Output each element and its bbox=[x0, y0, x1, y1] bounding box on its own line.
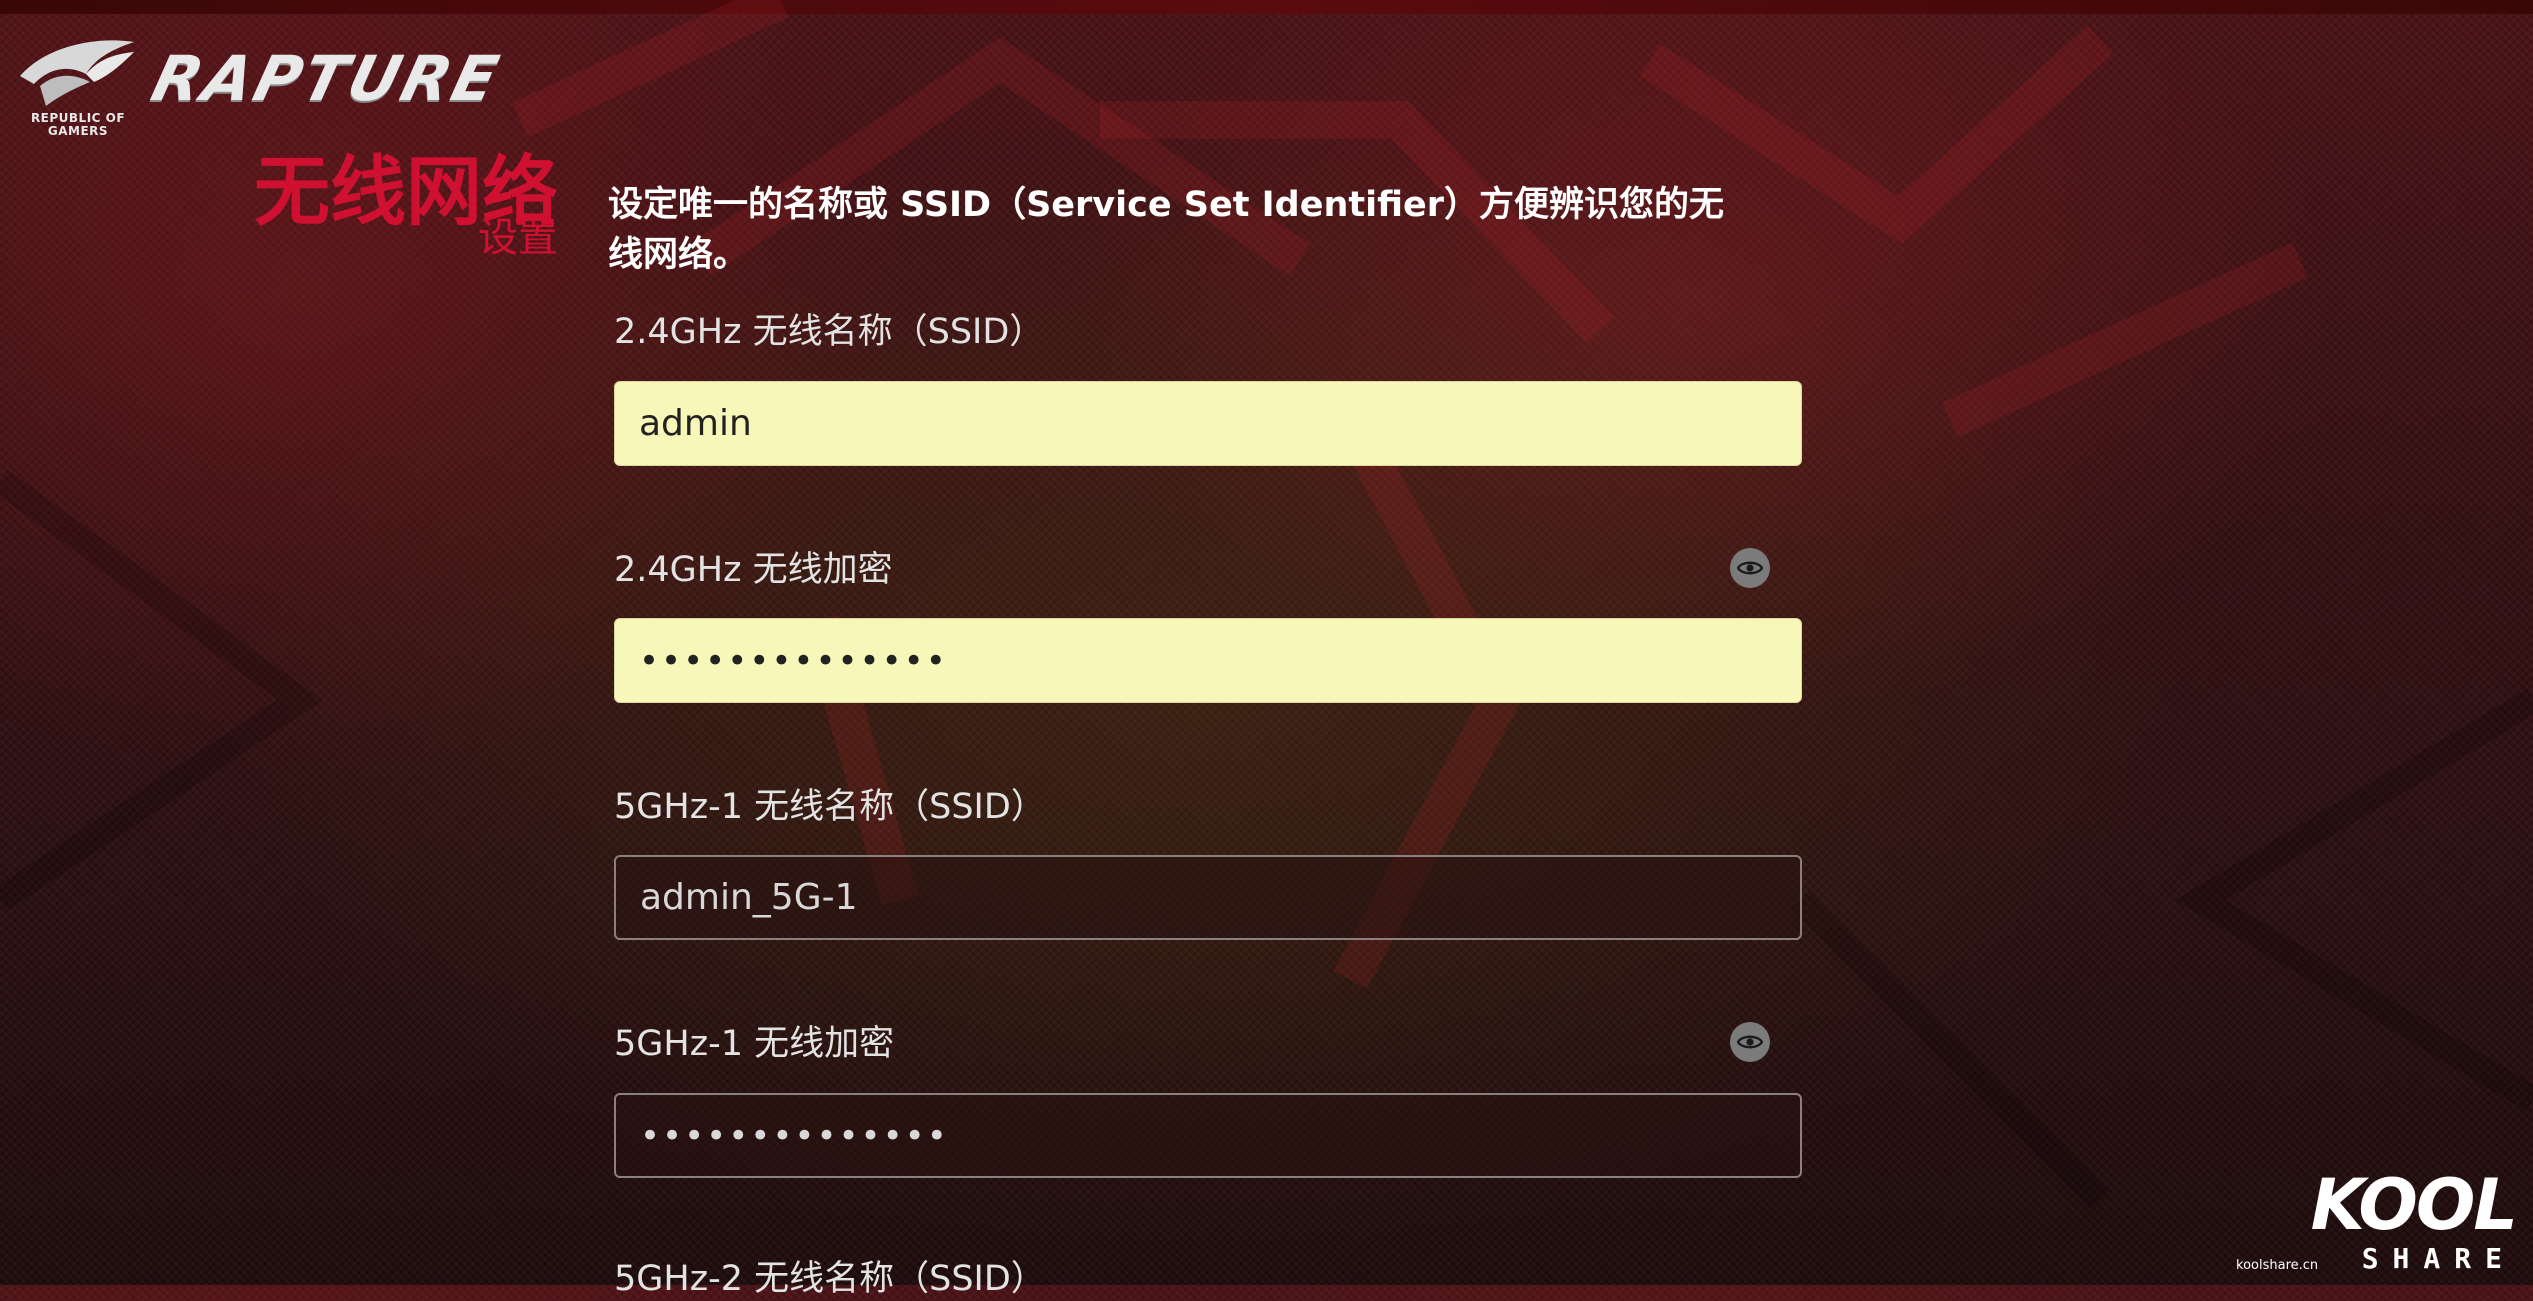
koolshare-watermark: KOOL SHARE koolshare.cn bbox=[2230, 1170, 2530, 1280]
rog-rapture-logo: RAPTURE REPUBLIC OF GAMERS bbox=[16, 36, 576, 146]
key-5g1-label: 5GHz-1 无线加密 bbox=[614, 1024, 895, 1064]
brand-name: RAPTURE bbox=[144, 42, 509, 115]
ssid-5g2-label: 5GHz-2 无线名称（SSID） bbox=[614, 1259, 1046, 1299]
key-5g1-visibility-toggle[interactable] bbox=[1730, 1022, 1770, 1062]
watermark-share: SHARE bbox=[2361, 1242, 2516, 1275]
ssid-5g1-input[interactable] bbox=[614, 855, 1802, 940]
key-24-visibility-toggle[interactable] bbox=[1730, 548, 1770, 588]
key-24-input[interactable] bbox=[614, 618, 1802, 703]
ssid-24-label: 2.4GHz 无线名称（SSID） bbox=[614, 312, 1045, 352]
ssid-5g1-label: 5GHz-1 无线名称（SSID） bbox=[614, 787, 1046, 827]
ssid-24-input[interactable] bbox=[614, 381, 1802, 466]
intro-text: 设定唯一的名称或 SSID（Service Set Identifier）方便辨… bbox=[608, 185, 1725, 275]
password-visibility-icon bbox=[1737, 1035, 1763, 1049]
brand-tagline-line1: REPUBLIC OF bbox=[30, 111, 126, 125]
password-visibility-icon bbox=[1737, 561, 1763, 575]
key-5g1-input[interactable] bbox=[614, 1093, 1802, 1178]
brand-tagline-line2: GAMERS bbox=[47, 124, 109, 138]
brand-tagline: REPUBLIC OF GAMERS bbox=[18, 112, 138, 138]
watermark-word: KOOL bbox=[2310, 1164, 2518, 1246]
rog-eye-logo-icon bbox=[20, 40, 134, 106]
page-title: 无线网络 设置 bbox=[254, 150, 558, 259]
watermark-domain: koolshare.cn bbox=[2236, 1258, 2319, 1273]
key-24-label: 2.4GHz 无线加密 bbox=[614, 550, 893, 590]
